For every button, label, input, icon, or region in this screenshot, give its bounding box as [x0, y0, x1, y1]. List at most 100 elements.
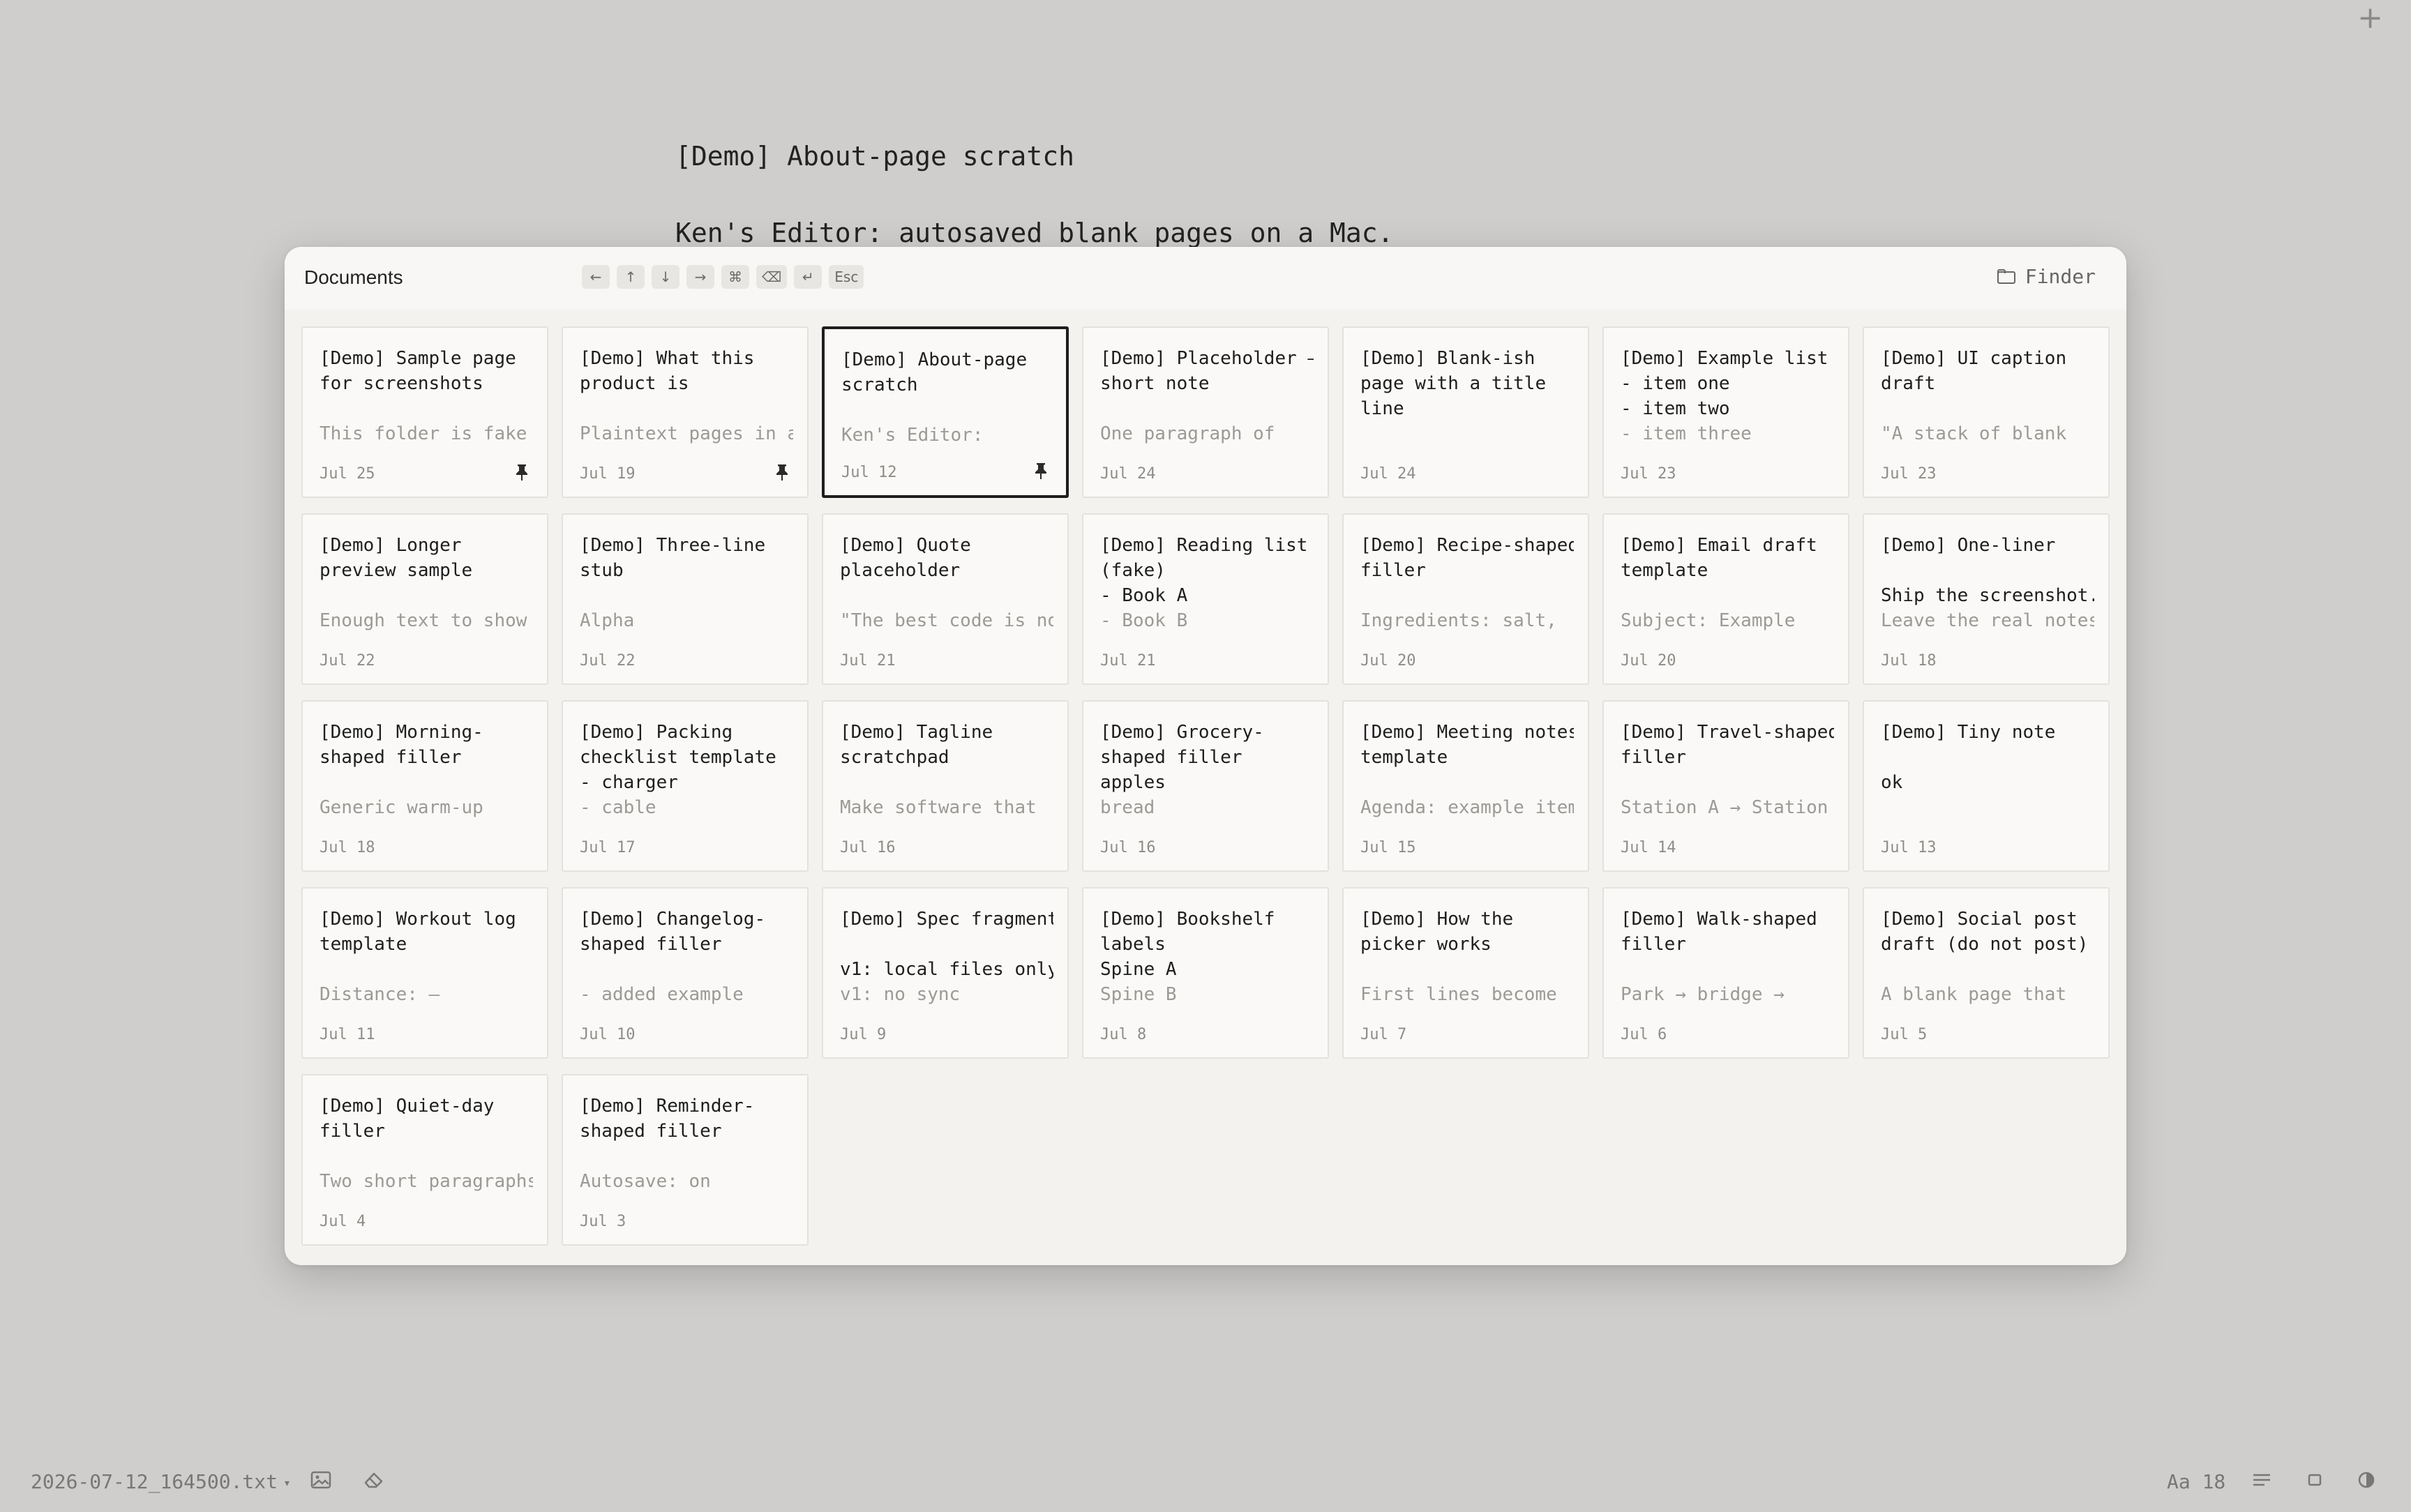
card-title: [Demo] Quote placeholder [840, 535, 971, 581]
new-document-button[interactable]: + [2357, 3, 2383, 33]
card-title: [Demo] Reading list (fake) - Book A [1100, 535, 1308, 606]
document-card[interactable]: [Demo] Sample page for screenshots This f… [301, 326, 548, 498]
card-date: Jul 9 [840, 1026, 887, 1043]
document-body-line[interactable]: Ken's Editor: autosaved blank pages on a… [675, 218, 1394, 248]
card-title: [Demo] What this product is [580, 348, 755, 394]
image-icon[interactable] [310, 1470, 332, 1490]
document-card[interactable]: [Demo] Meeting notes template Agenda: exa… [1342, 700, 1589, 872]
card-date: Jul 4 [320, 1213, 366, 1230]
card-title: [Demo] One-liner Ship the screenshot. [1881, 535, 2094, 606]
card-title: [Demo] Email draft template [1621, 535, 1817, 581]
picker-title: Documents [304, 266, 403, 288]
card-date: Jul 18 [320, 839, 375, 856]
document-card[interactable]: [Demo] UI caption draft "A stack of blank… [1863, 326, 2110, 498]
document-card[interactable]: [Demo] Packing checklist template - char… [562, 700, 809, 872]
document-card[interactable]: [Demo] Morning- shaped filler Generic war… [301, 700, 548, 872]
document-card[interactable]: [Demo] What this product is Plaintext pag… [562, 326, 809, 498]
document-card[interactable]: [Demo] Grocery- shaped filler apples brea… [1082, 700, 1329, 872]
document-card[interactable]: [Demo] Three-line stub Alpha Jul 22 [562, 513, 809, 685]
card-date: Jul 7 [1360, 1026, 1407, 1043]
card-preview: - item three [1621, 423, 1752, 444]
card-date: Jul 25 [320, 465, 375, 483]
card-date: Jul 18 [1881, 652, 1937, 670]
document-card[interactable]: [Demo] Blank-ish page with a title line J… [1342, 326, 1589, 498]
card-preview: Autosave: on [580, 1171, 711, 1192]
document-card[interactable]: [Demo] Email draft template Subject: Exam… [1602, 513, 1849, 685]
finder-button[interactable]: Finder [1997, 265, 2096, 288]
document-card[interactable]: [Demo] Bookshelf labels Spine A Spine B Ju… [1082, 887, 1329, 1059]
card-date: Jul 19 [580, 465, 636, 483]
card-preview: First lines become [1360, 984, 1557, 1005]
status-bar: 2026-07-12_164500.txt ▾ Aa 18 [0, 1449, 2411, 1512]
card-preview: Leave the real notes [1881, 610, 2094, 631]
card-title: [Demo] Example list - item one - item tw… [1621, 348, 1828, 419]
card-title: [Demo] Workout log template [320, 909, 516, 955]
card-title: [Demo] Recipe-shaped filler [1360, 535, 1574, 581]
card-title: [Demo] Longer preview sample [320, 535, 473, 581]
card-preview: - cable [580, 797, 656, 818]
card-date: Jul 21 [840, 652, 896, 670]
card-title: [Demo] Packing checklist template - char… [580, 722, 776, 793]
document-card[interactable]: [Demo] Longer preview sample Enough text … [301, 513, 548, 685]
document-title[interactable]: [Demo] About-page scratch [675, 141, 1074, 172]
card-title: [Demo] Quiet-day filler [320, 1096, 495, 1142]
document-card[interactable]: [Demo] Travel-shaped filler Station A → S… [1602, 700, 1849, 872]
up-arrow-key-hint: ↑ [617, 265, 645, 289]
folder-icon [1997, 269, 2017, 285]
return-key-hint: ↵ [794, 265, 823, 289]
card-date: Jul 15 [1360, 839, 1416, 856]
document-card[interactable]: [Demo] Example list - item one - item tw… [1602, 326, 1849, 498]
card-title: [Demo] Reminder- shaped filler [580, 1096, 755, 1142]
card-date: Jul 8 [1100, 1026, 1147, 1043]
document-card[interactable]: [Demo] Social post draft (do not post) A … [1863, 887, 2110, 1059]
document-card[interactable]: [Demo] Quiet-day filler Two short paragra… [301, 1074, 548, 1246]
filename-menu[interactable]: 2026-07-12_164500.txt ▾ [31, 1470, 291, 1493]
card-date: Jul 14 [1621, 839, 1676, 856]
document-card[interactable]: [Demo] Recipe-shaped filler Ingredients: … [1342, 513, 1589, 685]
card-preview: - added example [580, 984, 744, 1005]
contrast-icon[interactable] [2355, 1470, 2378, 1490]
eraser-icon[interactable] [363, 1470, 385, 1490]
card-title: [Demo] Three-line stub [580, 535, 766, 581]
escape-key-hint: Esc [829, 265, 864, 289]
command-key-hint: ⌘ [721, 265, 749, 289]
document-card[interactable]: [Demo] Quote placeholder "The best code i… [822, 513, 1069, 685]
documents-picker: Documents ← ↑ ↓ → ⌘ ⌫ ↵ Esc Finder [Demo… [285, 247, 2126, 1265]
filename-label: 2026-07-12_164500.txt [31, 1470, 278, 1493]
document-card[interactable]: [Demo] Reminder- shaped filler Autosave: … [562, 1074, 809, 1246]
card-date: Jul 23 [1621, 465, 1676, 483]
document-card[interactable]: [Demo] Placeholder — short note One parag… [1082, 326, 1329, 498]
card-title: [Demo] Social post draft (do not post) [1881, 909, 2089, 955]
square-icon[interactable] [2304, 1470, 2326, 1490]
card-preview: "The best code is no [840, 610, 1053, 631]
document-card[interactable]: [Demo] One-liner Ship the screenshot. Lea… [1863, 513, 2110, 685]
document-card[interactable]: [Demo] How the picker works First lines b… [1342, 887, 1589, 1059]
card-preview: bread [1100, 797, 1155, 818]
card-title: [Demo] Travel-shaped filler [1621, 722, 1834, 768]
card-date: Jul 16 [840, 839, 896, 856]
card-title: [Demo] Tagline scratchpad [840, 722, 993, 768]
card-preview: Alpha [580, 610, 635, 631]
picker-header: Documents ← ↑ ↓ → ⌘ ⌫ ↵ Esc Finder [285, 247, 2126, 310]
document-card[interactable]: [Demo] Tiny note ok Jul 13 [1863, 700, 2110, 872]
card-title: [Demo] Meeting notes template [1360, 722, 1574, 768]
document-card[interactable]: [Demo] About-page scratch Ken's Editor: Ju… [822, 326, 1069, 498]
card-title: [Demo] Placeholder — short note [1100, 348, 1314, 394]
font-size-control[interactable]: Aa 18 [2167, 1470, 2225, 1493]
document-card[interactable]: [Demo] Walk-shaped filler Park → bridge →… [1602, 887, 1849, 1059]
card-date: Jul 22 [580, 652, 636, 670]
lines-icon[interactable] [2251, 1470, 2273, 1490]
document-card[interactable]: [Demo] Spec fragment v1: local files onl… [822, 887, 1069, 1059]
document-card[interactable]: [Demo] Tagline scratchpad Make software t… [822, 700, 1069, 872]
card-preview: v1: no sync [840, 984, 961, 1005]
card-preview: Plaintext pages in a [580, 423, 793, 444]
card-preview: Enough text to show [320, 610, 527, 631]
document-card[interactable]: [Demo] Workout log template Distance: — Ju… [301, 887, 548, 1059]
document-card[interactable]: [Demo] Changelog- shaped filler - added e… [562, 887, 809, 1059]
document-card[interactable]: [Demo] Reading list (fake) - Book A - Boo… [1082, 513, 1329, 685]
card-title: [Demo] Sample page for screenshots [320, 348, 516, 394]
card-preview: "A stack of blank [1881, 423, 2067, 444]
card-title: [Demo] How the picker works [1360, 909, 1514, 955]
card-preview: Ken's Editor: [841, 425, 984, 446]
card-preview: Station A → Station [1621, 797, 1828, 818]
